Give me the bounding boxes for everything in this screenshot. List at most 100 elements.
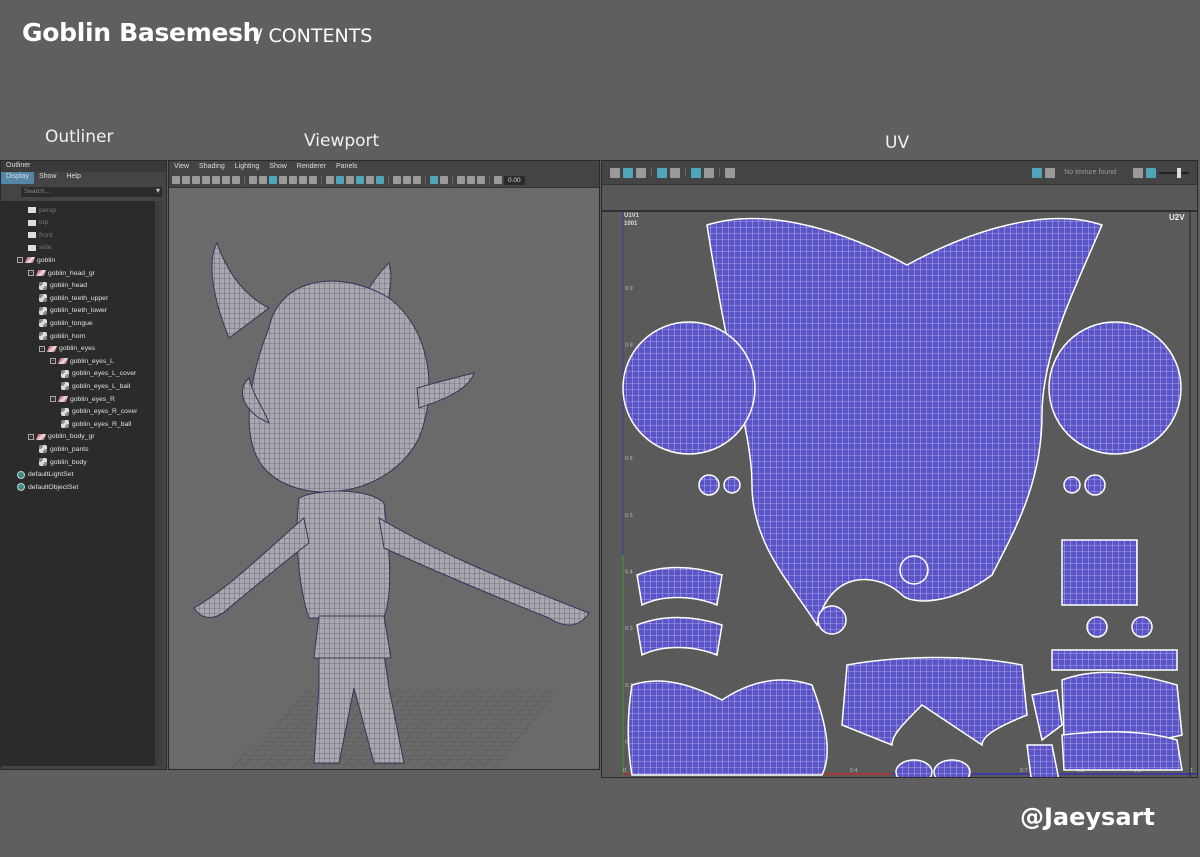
outliner-item-label: goblin_body_gr xyxy=(48,433,95,441)
outliner-item[interactable]: goblin_teeth_lower xyxy=(39,305,107,317)
outliner-item[interactable]: top xyxy=(28,217,48,229)
v-axis-tick: 0.3 xyxy=(625,626,633,632)
outliner-item[interactable]: goblin_eyes_L_ball xyxy=(61,380,130,392)
toolbar-tool-icon[interactable] xyxy=(440,176,448,184)
toolbar-tool-icon[interactable] xyxy=(376,176,384,184)
toolbar-tool-icon[interactable] xyxy=(326,176,334,184)
image-icon[interactable] xyxy=(1146,167,1156,178)
uv-tool-icon[interactable] xyxy=(636,167,646,178)
outliner-item[interactable]: goblin_tongue xyxy=(39,317,93,329)
toolbar-tool-icon[interactable] xyxy=(430,176,438,184)
outliner-search-input[interactable]: Search... xyxy=(21,186,162,197)
menu-display[interactable]: Display xyxy=(1,172,34,184)
toolbar-tool-icon[interactable] xyxy=(212,176,220,184)
outliner-item-label: goblin_head xyxy=(50,282,88,290)
toolbar-tool-icon[interactable] xyxy=(182,176,190,184)
toolbar-tool-icon[interactable] xyxy=(494,176,502,184)
group-icon xyxy=(24,257,36,264)
viewport-menu-view[interactable]: View xyxy=(169,161,194,173)
toolbar-tool-icon[interactable] xyxy=(309,176,317,184)
toolbar-tool-icon[interactable] xyxy=(467,176,475,184)
toolbar-tool-icon[interactable] xyxy=(222,176,230,184)
uv-tool-icon[interactable] xyxy=(623,167,633,178)
outliner-panel: Outliner Display Show Help Search... per… xyxy=(0,160,167,770)
menu-help[interactable]: Help xyxy=(61,172,85,184)
uv-tool-icon[interactable] xyxy=(610,167,620,178)
uv-tool-icon[interactable] xyxy=(657,167,667,178)
outliner-item[interactable]: front xyxy=(28,229,53,241)
outliner-item[interactable]: goblin_eyes_R_ball xyxy=(61,418,131,430)
uv-next-tile-label: U2V xyxy=(1169,213,1185,222)
toolbar-tool-icon[interactable] xyxy=(457,176,465,184)
outliner-item[interactable]: goblin_head xyxy=(39,280,87,292)
section-label-uv: UV xyxy=(885,133,910,153)
uv-canvas[interactable]: U1V1 1001 U2V 00.10.20.30.40.50.60.70.80… xyxy=(602,185,1197,777)
toolbar-tool-icon[interactable] xyxy=(202,176,210,184)
toolbar-tool-icon[interactable] xyxy=(289,176,297,184)
outliner-item[interactable]: - goblin_eyes_L xyxy=(50,355,114,367)
toolbar-tool-icon[interactable] xyxy=(279,176,287,184)
uv-tool-icon[interactable] xyxy=(670,167,680,178)
toolbar-tool-icon[interactable] xyxy=(393,176,401,184)
uv-tool-icon[interactable] xyxy=(704,167,714,178)
toolbar-tool-icon[interactable] xyxy=(366,176,374,184)
collapse-toggle-icon[interactable]: - xyxy=(50,358,56,365)
exposure-slider[interactable] xyxy=(1159,167,1189,178)
collapse-toggle-icon[interactable]: - xyxy=(28,433,34,440)
collapse-toggle-icon[interactable]: - xyxy=(17,257,23,264)
mesh-icon xyxy=(39,332,47,340)
uv-shell-icon[interactable] xyxy=(1133,167,1143,178)
outliner-item[interactable]: side xyxy=(28,242,51,254)
outliner-item[interactable]: - goblin xyxy=(17,254,55,266)
viewport-menu-panels[interactable]: Panels xyxy=(331,161,362,173)
v-axis-tick: 0.4 xyxy=(625,570,633,576)
outliner-item[interactable]: goblin_eyes_R_cover xyxy=(61,406,137,418)
mesh-icon xyxy=(39,306,47,315)
slider-handle[interactable] xyxy=(1177,167,1181,178)
toolbar-tool-icon[interactable] xyxy=(269,176,277,184)
viewport-menu-show[interactable]: Show xyxy=(264,161,292,173)
toolbar-tool-icon[interactable] xyxy=(259,176,267,184)
toolbar-tool-icon[interactable] xyxy=(403,176,411,184)
toolbar-tool-icon[interactable] xyxy=(477,176,485,184)
outliner-item[interactable]: - goblin_eyes xyxy=(39,343,95,355)
outliner-item[interactable]: goblin_pants xyxy=(39,443,89,455)
uv-tool-icon[interactable] xyxy=(725,167,735,178)
viewport-menu-shading[interactable]: Shading xyxy=(194,161,230,173)
toolbar-tool-icon[interactable] xyxy=(172,176,180,184)
toolbar-tool-icon[interactable] xyxy=(192,176,200,184)
toolbar-tool-icon[interactable] xyxy=(356,176,364,184)
outliner-item[interactable]: - goblin_eyes_R xyxy=(50,393,115,405)
viewport-menu-renderer[interactable]: Renderer xyxy=(292,161,331,173)
collapse-toggle-icon[interactable]: - xyxy=(50,396,56,402)
outliner-item[interactable]: goblin_horn xyxy=(39,330,86,342)
toolbar-value-field[interactable]: 0.00 xyxy=(504,175,525,185)
outliner-item[interactable]: persp xyxy=(28,204,56,216)
toolbar-tool-icon[interactable] xyxy=(346,176,354,184)
outliner-item-label: defaultObjectSet xyxy=(28,483,79,491)
outliner-item[interactable]: goblin_eyes_L_cover xyxy=(61,368,136,380)
toolbar-tool-icon[interactable] xyxy=(249,176,257,184)
image-display-icon[interactable] xyxy=(1032,167,1043,178)
outliner-item[interactable]: goblin_body xyxy=(39,456,87,468)
outliner-item[interactable]: goblin_teeth_upper xyxy=(39,292,108,304)
uv-tool-icon[interactable] xyxy=(691,167,701,178)
toolbar-tool-icon[interactable] xyxy=(232,176,240,184)
toolbar-tool-icon[interactable] xyxy=(299,176,307,184)
outliner-item[interactable]: defaultLightSet xyxy=(17,469,73,481)
viewport-3d-scene[interactable] xyxy=(169,188,599,768)
outliner-scrollbar[interactable] xyxy=(155,201,163,766)
toolbar-tool-icon[interactable] xyxy=(413,176,421,184)
toolbar-tool-icon[interactable] xyxy=(336,176,344,184)
collapse-toggle-icon[interactable]: - xyxy=(39,345,45,352)
collapse-toggle-icon[interactable]: - xyxy=(28,270,34,276)
outliner-item[interactable]: defaultObjectSet xyxy=(17,481,78,493)
viewport-menu-lighting[interactable]: Lighting xyxy=(230,161,265,173)
camera-icon xyxy=(28,219,36,226)
mesh-icon xyxy=(39,445,47,454)
outliner-item[interactable]: - goblin_head_gr xyxy=(28,267,95,279)
menu-show[interactable]: Show xyxy=(34,172,62,184)
outliner-item[interactable]: - goblin_body_gr xyxy=(28,431,94,443)
checker-icon[interactable] xyxy=(1045,167,1056,178)
mesh-icon xyxy=(39,294,47,303)
